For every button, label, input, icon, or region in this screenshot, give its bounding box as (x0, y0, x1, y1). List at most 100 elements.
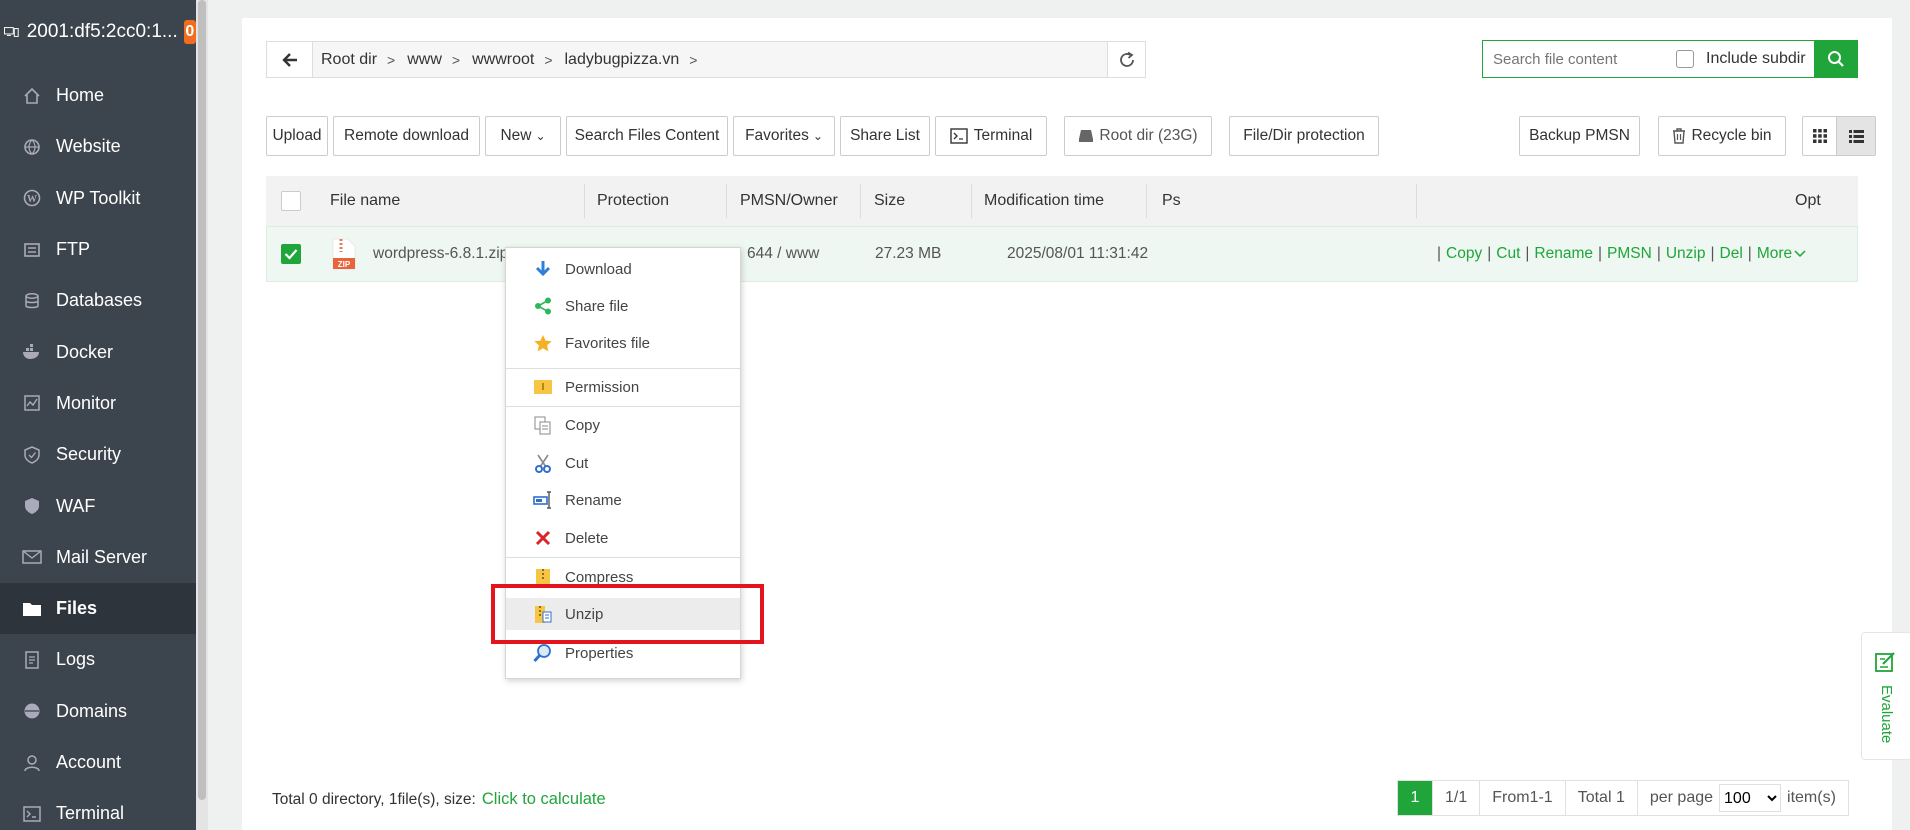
recycle-bin-button[interactable]: Recycle bin (1658, 116, 1786, 156)
select-all-checkbox[interactable] (281, 191, 301, 211)
sidebar-nav: Home Website W WP Toolkit FTP Databases … (0, 70, 196, 830)
calculate-size-link[interactable]: Click to calculate (482, 790, 606, 809)
notification-badge[interactable]: 0 (183, 20, 196, 44)
menu-label: Compress (565, 568, 634, 586)
server-host[interactable]: 2001:df5:2cc0:1... 0 (0, 14, 196, 50)
sidebar-item-docker[interactable]: Docker (0, 326, 196, 377)
col-mtime[interactable]: Modification time (984, 176, 1104, 226)
database-icon (22, 291, 42, 311)
backup-pmsn-button[interactable]: Backup PMSN (1519, 116, 1640, 156)
menu-permission[interactable]: Permission (506, 371, 740, 403)
svg-text:ZIP: ZIP (338, 260, 351, 269)
separator: | (1598, 245, 1603, 262)
search-button[interactable] (1814, 41, 1857, 77)
back-button[interactable] (267, 42, 313, 77)
sidebar-item-ftp[interactable]: FTP (0, 224, 196, 275)
chevron-down-icon: ⌄ (812, 129, 823, 143)
menu-download[interactable]: Download (506, 253, 740, 285)
sidebar-item-logs[interactable]: Logs (0, 634, 196, 685)
breadcrumb-www[interactable]: www (407, 51, 442, 69)
menu-cut[interactable]: Cut (506, 447, 740, 479)
include-subdir-checkbox[interactable] (1676, 50, 1694, 68)
menu-favorites-file[interactable]: Favorites file (506, 327, 740, 359)
sidebar-item-home[interactable]: Home (0, 70, 196, 121)
breadcrumb-root[interactable]: Root dir (321, 51, 377, 69)
menu-rename[interactable]: Rename (506, 484, 740, 516)
sidebar-item-databases[interactable]: Databases (0, 275, 196, 326)
separator: | (1747, 245, 1752, 262)
separator: | (1710, 245, 1715, 262)
column-divider (584, 184, 585, 218)
delete-link[interactable]: Del (1720, 245, 1743, 263)
upload-button[interactable]: Upload (266, 116, 328, 156)
terminal-label: Terminal (973, 127, 1033, 144)
sidebar-item-mail-server[interactable]: Mail Server (0, 532, 196, 583)
col-size[interactable]: Size (874, 176, 905, 226)
unzip-highlight-annotation (491, 584, 764, 644)
unzip-link[interactable]: Unzip (1666, 245, 1706, 263)
breadcrumb-wwwroot[interactable]: wwwroot (472, 51, 534, 69)
grid-view-button[interactable] (1802, 116, 1837, 156)
evaluate-tab[interactable]: Evaluate (1861, 632, 1910, 760)
disk-icon (1079, 130, 1094, 142)
cut-link[interactable]: Cut (1496, 245, 1520, 263)
sidebar-item-label: Mail Server (56, 546, 148, 567)
favorites-button[interactable]: Favorites ⌄ (733, 116, 835, 156)
backup-label: Backup PMSN (1529, 127, 1630, 144)
sidebar-item-monitor[interactable]: Monitor (0, 378, 196, 429)
delete-icon (533, 528, 553, 548)
evaluate-label: Evaluate (1878, 685, 1895, 744)
pmsn-link[interactable]: PMSN (1607, 245, 1652, 263)
menu-copy[interactable]: Copy (506, 409, 740, 441)
terminal-icon (950, 128, 968, 144)
path-bar: Root dir > www > wwwroot > ladybugpizza.… (266, 41, 1146, 78)
root-dir-label: Root dir (23G) (1099, 127, 1198, 144)
new-button[interactable]: New ⌄ (485, 116, 561, 156)
sidebar-item-account[interactable]: Account (0, 737, 196, 788)
page-total: Total 1 (1566, 781, 1638, 815)
root-dir-disk-button[interactable]: Root dir (23G) (1064, 116, 1212, 156)
list-view-button[interactable] (1836, 116, 1876, 156)
remote-download-button[interactable]: Remote download (333, 116, 480, 156)
sidebar-item-wp-toolkit[interactable]: W WP Toolkit (0, 173, 196, 224)
sidebar-item-website[interactable]: Website (0, 121, 196, 172)
menu-delete[interactable]: Delete (506, 522, 740, 554)
file-name[interactable]: wordpress-6.8.1.zip (373, 245, 508, 263)
sidebar-item-files[interactable]: Files (0, 582, 196, 635)
file-name-cell[interactable]: ZIP wordpress-6.8.1.zip (331, 227, 508, 281)
menu-divider (506, 406, 740, 407)
col-protection[interactable]: Protection (597, 176, 669, 226)
checkmark-icon (284, 249, 298, 260)
sidebar-item-label: Website (56, 136, 121, 157)
col-owner[interactable]: PMSN/Owner (740, 176, 838, 226)
chevron-right-icon: > (451, 51, 461, 68)
row-checkbox[interactable] (281, 244, 301, 264)
owner-value[interactable]: 644 / www (747, 245, 819, 263)
owner-cell[interactable]: 644 / www (747, 227, 819, 281)
sidebar-item-waf[interactable]: WAF (0, 480, 196, 531)
page-current[interactable]: 1 (1398, 781, 1433, 815)
sidebar-item-domains[interactable]: Domains (0, 686, 196, 737)
refresh-button[interactable] (1107, 42, 1145, 77)
sidebar-scrollbar[interactable] (196, 0, 208, 830)
rename-link[interactable]: Rename (1534, 245, 1593, 263)
scrollbar-thumb[interactable] (198, 0, 206, 800)
sidebar-item-terminal[interactable]: Terminal (0, 788, 196, 830)
search-input[interactable] (1483, 42, 1668, 76)
mtime-cell: 2025/08/01 11:31:42 (1007, 227, 1148, 281)
per-page-control: per page 100 item(s) (1638, 781, 1848, 815)
share-list-button[interactable]: Share List (840, 116, 930, 156)
per-page-select[interactable]: 100 (1719, 784, 1782, 812)
search-files-content-button[interactable]: Search Files Content (566, 116, 728, 156)
col-file-name[interactable]: File name (330, 176, 400, 226)
copy-link[interactable]: Copy (1446, 245, 1482, 263)
file-dir-protection-button[interactable]: File/Dir protection (1229, 116, 1379, 156)
more-link[interactable]: More (1757, 245, 1792, 263)
terminal-icon (22, 804, 42, 824)
docker-icon (22, 342, 42, 362)
sidebar-item-security[interactable]: Security (0, 429, 196, 480)
terminal-button[interactable]: Terminal (935, 116, 1047, 156)
breadcrumb-site[interactable]: ladybugpizza.vn (565, 51, 680, 69)
menu-share-file[interactable]: Share file (506, 290, 740, 322)
col-ps[interactable]: Ps (1162, 176, 1181, 226)
